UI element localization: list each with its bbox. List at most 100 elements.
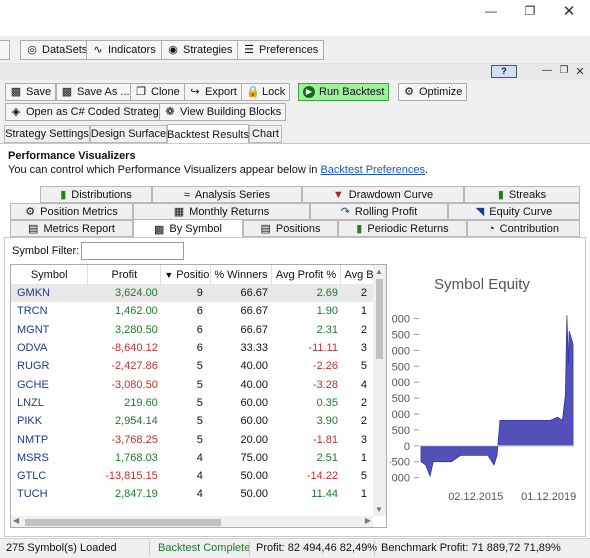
vertical-scroll-thumb[interactable] (376, 279, 383, 359)
restore-icon[interactable]: ❐ (515, 0, 545, 22)
rolling-icon: ↷ (340, 206, 350, 218)
performance-title: Performance Visualizers (8, 150, 136, 162)
viztab-drawdown-curve[interactable]: ▼ Drawdown Curve (302, 186, 464, 203)
viztab-by-symbol[interactable]: ▩ By Symbol (133, 219, 243, 238)
y-tick-label: -1 000 (390, 473, 410, 485)
table-row[interactable]: MGNT 3,280.50 6 66.67 2.31 2 (11, 321, 379, 339)
report-icon: ▤ (28, 223, 39, 235)
viztab-periodic-returns-label: Periodic Returns (367, 222, 449, 235)
col-symbol[interactable]: Symbol (11, 265, 89, 284)
table-row[interactable]: LNZL 219.60 5 60.00 0.35 2 (11, 394, 379, 412)
viztab-streaks[interactable]: ▮ Streaks (464, 186, 580, 203)
viztab-analysis-series[interactable]: ≈ Analysis Series (152, 186, 302, 203)
view-blocks-label: View Building Blocks (180, 106, 282, 118)
tab-backtest-results[interactable]: Backtest Results (167, 124, 249, 144)
indicators-label: Indicators (108, 44, 156, 56)
table-row[interactable]: GTLC -13,815.15 4 50.00 -14.22 5 (11, 467, 379, 485)
optimize-label: Optimize (419, 86, 463, 98)
table-row[interactable]: TUCH 2,847.19 4 50.00 11.44 1 (11, 485, 379, 503)
viztab-positions[interactable]: ▤ Positions (243, 220, 338, 237)
viztab-rolling-profit[interactable]: ↷ Rolling Profit (310, 203, 448, 220)
status-divider (149, 541, 150, 556)
horizontal-scroll-thumb[interactable] (25, 519, 221, 526)
cell-avg_profit: 0.35 (316, 396, 338, 409)
app-title-bar: — ❐ ✕ (0, 0, 590, 34)
datasets-button[interactable]: ◎ DataSets (20, 40, 94, 60)
save-button[interactable]: ▩ Save (5, 83, 57, 101)
table-row[interactable]: RUGR -2,427.86 5 40.00 -2.26 5 (11, 357, 379, 375)
child-close-icon[interactable]: ✕ (573, 65, 587, 78)
viztab-by-symbol-label: By Symbol (169, 223, 222, 235)
table-row[interactable]: PIKK 2,954.14 5 60.00 3.90 2 (11, 412, 379, 430)
cell-avg_profit: 2.51 (316, 451, 338, 464)
contribution-icon: ◔ (488, 222, 495, 235)
table-row[interactable]: ODVA -8,640.12 6 33.33 -11.11 3 (11, 339, 379, 357)
profit-status: Profit: 82 494,46 82,49% (256, 542, 378, 554)
status-divider (249, 541, 250, 556)
viztab-metrics-report[interactable]: ▤ Metrics Report (10, 220, 133, 237)
open-csharp-button[interactable]: ◈ Open as C# Coded Strategy (5, 103, 170, 121)
symbol-equity-chart: Symbol Equity 4 000 3 500 3 000 2 500 2 000 1… (379, 264, 583, 534)
gear-icon: ⚙ (404, 86, 414, 98)
table-row[interactable]: GMKN 3,624.00 9 66.67 2.69 2 (11, 284, 379, 303)
table-row[interactable]: GCHE -3,080.50 5 40.00 -3.28 4 (11, 375, 379, 393)
col-winners[interactable]: % Winners (210, 265, 272, 284)
cell-winners: 60.00 (240, 415, 268, 428)
tab-strategy-settings[interactable]: Strategy Settings (4, 125, 90, 143)
viztab-position-metrics[interactable]: ⚙ Position Metrics (10, 203, 133, 220)
y-tick-label: 4 000 (390, 314, 410, 326)
y-tick-label: 3 500 (390, 329, 410, 341)
optimize-button[interactable]: ⚙ Optimize (398, 83, 468, 101)
cell-avg_profit: 2.31 (316, 323, 338, 336)
strategies-button[interactable]: ◉ Strategies (161, 40, 239, 60)
symbol-filter-input[interactable] (81, 242, 184, 260)
scroll-left-icon[interactable]: ◀ (13, 516, 19, 525)
table-row[interactable]: MSRS 1,768.03 4 75.00 2.51 1 (11, 449, 379, 467)
vertical-scrollbar[interactable]: ▲ ▼ (373, 265, 386, 516)
preferences-button[interactable]: ☰ Preferences (237, 40, 325, 60)
export-button[interactable]: ↪ Export (184, 83, 242, 101)
cell-winners: 50.00 (240, 470, 268, 483)
clone-button[interactable]: ❐ Clone (130, 83, 185, 101)
save-as-button[interactable]: ▩ Save As ... (56, 83, 135, 101)
cell-positions: 5 (196, 360, 203, 373)
scroll-up-icon[interactable]: ▲ (375, 267, 383, 276)
viztab-rolling-profit-label: Rolling Profit (354, 205, 418, 218)
table-row[interactable]: TRCN 1,462.00 6 66.67 1.90 1 (11, 302, 379, 320)
col-positions[interactable]: ▼ Positio (160, 265, 212, 284)
lock-button[interactable]: 🔒 Lock (241, 83, 291, 101)
minimize-icon[interactable]: — (476, 0, 506, 22)
indicators-button[interactable]: ∿ Indicators (86, 40, 162, 60)
viztab-contribution[interactable]: ◔ Contribution (467, 220, 580, 237)
tab-design-surface[interactable]: Design Surface (90, 125, 167, 143)
cell-avg_profit: 2.69 (316, 287, 338, 300)
viztab-periodic-returns[interactable]: ▮ Periodic Returns (338, 220, 467, 237)
tab-chart[interactable]: Chart (249, 125, 282, 143)
cell-profit: -2,427.86 (111, 360, 158, 373)
viztab-metrics-report-label: Metrics Report (43, 222, 115, 235)
toolbar-edge (0, 40, 10, 60)
status-bar: 275 Symbol(s) Loaded Backtest Complete P… (0, 538, 590, 558)
equity-area (420, 315, 574, 478)
backtest-preferences-link[interactable]: Backtest Preferences (320, 164, 425, 176)
run-backtest-button[interactable]: ▶ Run Backtest (298, 83, 390, 101)
viztab-equity-curve[interactable]: ◥ Equity Curve (448, 203, 580, 220)
viztab-distributions[interactable]: ▮ Distributions (40, 186, 152, 203)
x-tick-label: 01.12.2019 (521, 491, 576, 503)
viztab-monthly-returns[interactable]: ▦ Monthly Returns (133, 203, 310, 220)
help-button[interactable]: ? (491, 65, 517, 78)
analysis-icon: ≈ (183, 188, 190, 201)
col-avg-profit[interactable]: Avg Profit % (271, 265, 342, 284)
child-restore-icon[interactable]: ❐ (557, 65, 571, 78)
close-icon[interactable]: ✕ (554, 0, 584, 22)
view-blocks-button[interactable]: ❁ View Building Blocks (159, 103, 287, 121)
strategy-icon: ◉ (168, 44, 178, 56)
scroll-down-icon[interactable]: ▼ (375, 505, 383, 514)
child-minimize-icon[interactable]: — (540, 65, 554, 78)
col-profit[interactable]: Profit (87, 265, 162, 284)
horizontal-scrollbar[interactable]: ◀ ▶ (11, 516, 373, 527)
cell-positions: 4 (196, 451, 203, 464)
table-row[interactable]: NMTP -3,768.25 5 20.00 -1.81 3 (11, 430, 379, 448)
y-tick-label: 500 (392, 425, 410, 437)
scroll-right-icon[interactable]: ▶ (365, 516, 371, 525)
